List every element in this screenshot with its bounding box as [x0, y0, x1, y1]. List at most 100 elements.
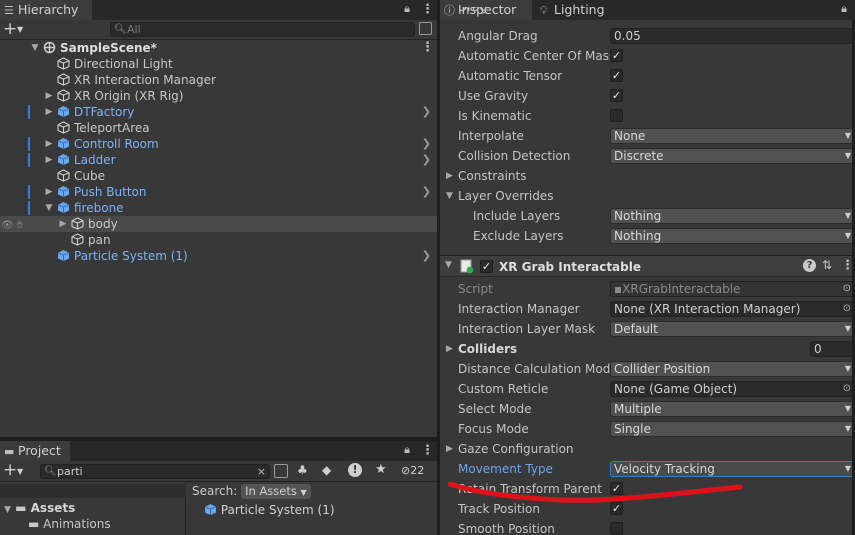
hierarchy-item[interactable]: XR Interaction Manager	[0, 72, 437, 88]
chevron-right-icon[interactable]: ❯	[422, 184, 431, 200]
array-size-field[interactable]: 0	[810, 341, 855, 357]
fold-open-icon[interactable]: ▼	[44, 200, 54, 216]
object-picker-icon[interactable]: ⊙	[843, 282, 851, 296]
checkbox[interactable]: ✓	[610, 482, 623, 495]
object-field[interactable]: ▪XRGrabInteractable ⊙	[610, 281, 855, 297]
property-label: Drag	[458, 7, 488, 14]
checkbox[interactable]: ✓	[610, 69, 623, 82]
fold-closed-icon[interactable]: ▶	[44, 104, 54, 120]
lock-icon[interactable]: 🔒︎	[401, 2, 413, 16]
fold-closed-icon[interactable]: ▶	[44, 88, 54, 104]
dropdown-field[interactable]: Nothing ▼	[610, 228, 855, 244]
chevron-right-icon[interactable]: ❯	[422, 248, 431, 264]
kebab-menu-icon[interactable]: ⋮	[421, 41, 434, 55]
tab-hierarchy[interactable]: ☰ Hierarchy	[0, 0, 92, 20]
scene-root-row[interactable]: ▼ SampleScene* ⋮	[0, 40, 437, 56]
fold-closed-icon[interactable]: ▶	[446, 439, 453, 459]
add-object-button[interactable]: +	[3, 21, 17, 38]
hierarchy-item[interactable]: ▶ XR Origin (XR Rig)	[0, 88, 437, 104]
hierarchy-item[interactable]: ▼ firebone	[0, 200, 437, 216]
dropdown-field[interactable]: Discrete ▼	[610, 148, 855, 164]
fold-open-icon[interactable]: ▼	[446, 186, 453, 206]
filter-log-icon[interactable]: !	[348, 463, 362, 477]
result-item[interactable]: Particle System (1)	[204, 502, 335, 518]
chevron-down-icon[interactable]: ▼	[17, 25, 23, 34]
scene-search-icon[interactable]	[274, 464, 288, 478]
hierarchy-item[interactable]: Particle System (1) ❯	[0, 248, 437, 264]
object-field[interactable]: None (Game Object) ⊙	[610, 381, 855, 397]
fold-closed-icon[interactable]: ▶	[58, 216, 68, 232]
help-icon[interactable]: ?	[803, 259, 816, 272]
fold-closed-icon[interactable]: ▶	[44, 136, 54, 152]
project-panel: ▬ Project 🔒︎ ⋮ + ▼ 🔍︎ parti × ♣ ◆ ! ★ ⊘22…	[0, 441, 437, 535]
fold-closed-icon[interactable]: ▶	[44, 152, 54, 168]
property-label: Interaction Manager	[458, 302, 580, 316]
property-label[interactable]: Layer Overrides	[458, 186, 553, 206]
project-search-input[interactable]: 🔍︎ parti ×	[40, 464, 270, 479]
checkbox[interactable]	[610, 109, 623, 122]
tab-project[interactable]: ▬ Project	[0, 441, 70, 461]
property-label: Custom Reticle	[458, 382, 549, 396]
hierarchy-item-label: XR Origin (XR Rig)	[74, 89, 184, 103]
hierarchy-item[interactable]: ▶ Ladder ❯	[0, 152, 437, 168]
checkbox[interactable]	[610, 522, 623, 535]
prefab-override-bar	[28, 185, 30, 199]
property-label[interactable]: Colliders	[458, 339, 517, 359]
property-label[interactable]: Constraints	[458, 166, 526, 186]
fold-open-icon[interactable]: ▼	[30, 40, 40, 56]
dropdown-field[interactable]: Nothing ▼	[610, 208, 855, 224]
presets-icon[interactable]: ⇅	[822, 258, 832, 272]
inspector-row: ▶ Gaze Configuration	[440, 439, 855, 459]
property-label[interactable]: Gaze Configuration	[458, 439, 574, 459]
hierarchy-item[interactable]: TeleportArea	[0, 120, 437, 136]
chevron-right-icon[interactable]: ❯	[422, 136, 431, 152]
component-header[interactable]: ▼ ✓ XR Grab Interactable? ⇅ ⋮	[440, 255, 855, 277]
object-field[interactable]: None (XR Interaction Manager) ⊙	[610, 301, 855, 317]
hierarchy-search-input[interactable]: 🔍︎ All	[110, 22, 415, 37]
dropdown-field[interactable]: None ▼	[610, 128, 855, 144]
hierarchy-item[interactable]: pan	[0, 232, 437, 248]
component-title: XR Grab Interactable	[499, 260, 641, 274]
dropdown-field[interactable]: Default ▼	[610, 321, 855, 337]
hierarchy-item[interactable]: Directional Light	[0, 56, 437, 72]
checkbox[interactable]: ✓	[610, 502, 623, 515]
filter-label-icon[interactable]: ◆	[322, 463, 331, 477]
lock-icon[interactable]: 🔒︎	[401, 443, 413, 457]
object-picker-icon[interactable]: ⊙	[843, 382, 851, 396]
folder-assets[interactable]: ▼ ▬ Assets	[4, 500, 75, 516]
scene-view-icon[interactable]	[419, 22, 432, 35]
component-enabled-checkbox[interactable]: ✓	[480, 260, 493, 273]
hierarchy-item[interactable]: ▶ DTFactory ❯	[0, 104, 437, 120]
checkbox[interactable]: ✓	[610, 49, 623, 62]
dropdown-field[interactable]: Multiple ▼	[610, 401, 855, 417]
hidden-packages-toggle[interactable]: ⊘22	[401, 464, 424, 477]
hierarchy-item[interactable]: ▶ Push Button ❯	[0, 184, 437, 200]
create-asset-button[interactable]: +	[3, 462, 17, 479]
clear-search-icon[interactable]: ×	[257, 465, 266, 478]
filter-type-icon[interactable]: ♣	[297, 463, 308, 477]
kebab-menu-icon[interactable]: ⋮	[421, 3, 434, 17]
chevron-down-icon[interactable]: ▼	[17, 467, 23, 476]
chevron-right-icon[interactable]: ❯	[422, 104, 431, 120]
object-picker-icon[interactable]: ⊙	[843, 302, 851, 316]
fold-closed-icon[interactable]: ▶	[44, 184, 54, 200]
favorite-star-icon[interactable]: ★	[375, 462, 387, 477]
hierarchy-item[interactable]: ▶ Controll Room ❯	[0, 136, 437, 152]
folder-animations[interactable]: ▬ Animations	[28, 516, 111, 532]
dropdown-field[interactable]: Collider Position ▼	[610, 361, 855, 377]
inspector-row: Collision Detection Discrete ▼	[440, 146, 855, 166]
dropdown-field[interactable]: Single ▼	[610, 421, 855, 437]
number-field[interactable]: 0.05	[610, 28, 855, 44]
dropdown-field[interactable]: Velocity Tracking ▼	[610, 461, 855, 477]
kebab-menu-icon[interactable]: ⋮	[421, 444, 434, 458]
search-scope-dropdown[interactable]: In Assets ▼	[241, 484, 311, 499]
fold-open-icon[interactable]: ▼	[445, 260, 452, 270]
chevron-right-icon[interactable]: ❯	[422, 152, 431, 168]
fold-closed-icon[interactable]: ▶	[446, 166, 453, 186]
visibility-eye-icon[interactable]: 👁︎ ✋︎	[0, 218, 26, 234]
hierarchy-item[interactable]: ▶ body	[0, 216, 437, 232]
kebab-menu-icon[interactable]: ⋮	[841, 259, 854, 273]
checkbox[interactable]: ✓	[610, 89, 623, 102]
fold-closed-icon[interactable]: ▶	[446, 339, 453, 359]
hierarchy-item[interactable]: Cube	[0, 168, 437, 184]
